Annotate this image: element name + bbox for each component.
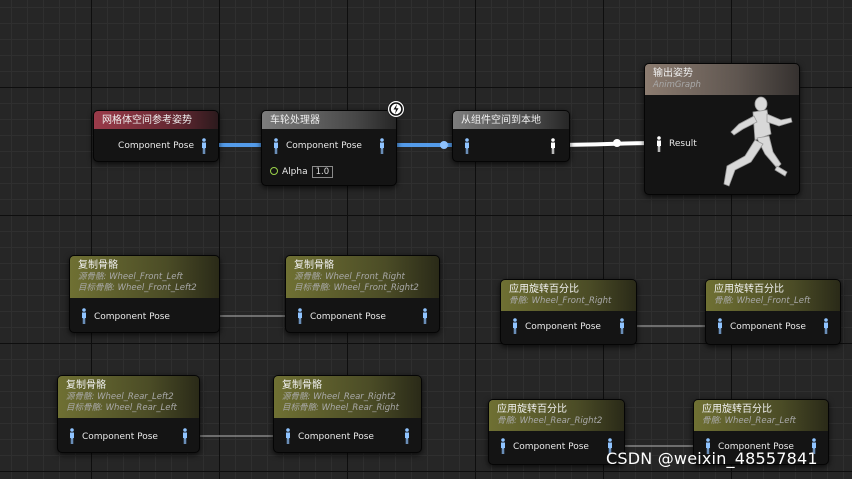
copy-bone-node[interactable]: 复制骨骼 源骨骼: Wheel_Front_Left 目标骨骼: Wheel_F… <box>69 255 220 333</box>
pin-label: Component Pose <box>513 442 589 452</box>
pin-label: Component Pose <box>82 432 158 442</box>
copy-bone-node[interactable]: 复制骨骼 源骨骼: Wheel_Rear_Right2 目标骨骼: Wheel_… <box>273 375 422 453</box>
pose-pin-icon[interactable] <box>403 428 411 445</box>
result-pose-pin-icon[interactable] <box>655 136 663 153</box>
source-bone: 源骨骼: Wheel_Front_Right <box>294 272 405 282</box>
pin-label: Component Pose <box>310 312 386 322</box>
pose-pin-icon[interactable] <box>618 318 626 335</box>
pose-pin-icon[interactable] <box>499 438 507 455</box>
mesh-space-ref-pose-node[interactable]: 网格体空间参考姿势 Component Pose <box>93 110 219 162</box>
pose-pin-icon[interactable] <box>511 318 519 335</box>
node-title: 应用旋转百分比 <box>509 284 579 295</box>
local-pose-pin-icon[interactable] <box>549 138 557 155</box>
node-title: 复制骨骼 <box>78 260 118 271</box>
wire-local-to-output <box>555 141 657 147</box>
alpha-pin-icon[interactable] <box>270 167 278 175</box>
node-title: 应用旋转百分比 <box>702 404 772 415</box>
wire-knot <box>440 141 448 149</box>
node-title: 复制骨骼 <box>282 380 322 391</box>
node-title: 从组件空间到本地 <box>453 111 569 129</box>
pose-pin-icon[interactable] <box>68 428 76 445</box>
pin-label: Component Pose <box>118 141 194 151</box>
output-pose-node[interactable]: 输出姿势 AnimGraph Result <box>644 63 800 195</box>
node-title: 应用旋转百分比 <box>714 284 784 295</box>
pin-label: Component Pose <box>94 312 170 322</box>
alpha-pin: Alpha 1.0 <box>270 166 334 178</box>
bone-name: 骨骼: Wheel_Front_Left <box>714 296 811 306</box>
node-title: 输出姿势 <box>653 68 693 79</box>
pin-label: Component Pose <box>525 322 601 332</box>
bone-name: 骨骼: Wheel_Front_Right <box>509 296 612 306</box>
wire-knot <box>613 139 621 147</box>
alpha-label: Alpha <box>282 167 308 177</box>
pose-pin-icon[interactable] <box>181 428 189 445</box>
apply-rotation-percent-node[interactable]: 应用旋转百分比 骨骼: Wheel_Front_Right Component … <box>500 279 637 345</box>
pose-pin-icon[interactable] <box>463 138 471 155</box>
copy-bone-node[interactable]: 复制骨骼 源骨骼: Wheel_Front_Right 目标骨骼: Wheel_… <box>285 255 440 333</box>
copy-bone-node[interactable]: 复制骨骼 源骨骼: Wheel_Rear_Left2 目标骨骼: Wheel_R… <box>57 375 200 453</box>
pose-pin-icon[interactable] <box>80 308 88 325</box>
pose-pin-icon[interactable] <box>296 308 304 325</box>
node-title: 复制骨骼 <box>66 380 106 391</box>
target-bone: 目标骨骼: Wheel_Front_Right2 <box>294 283 419 293</box>
node-subtitle: AnimGraph <box>653 80 701 90</box>
running-mannequin-icon <box>723 96 793 187</box>
pin-label: Component Pose <box>298 432 374 442</box>
pin-label: Component Pose <box>286 141 362 151</box>
source-bone: 源骨骼: Wheel_Front_Left <box>78 272 183 282</box>
source-bone: 源骨骼: Wheel_Rear_Left2 <box>66 392 174 402</box>
apply-rotation-percent-node[interactable]: 应用旋转百分比 骨骼: Wheel_Rear_Right2 Component … <box>488 399 625 465</box>
pin-label: Component Pose <box>730 322 806 332</box>
pose-pin-icon[interactable] <box>822 318 830 335</box>
watermark: CSDN @weixin_48557841 <box>606 449 818 468</box>
node-title: 网格体空间参考姿势 <box>94 111 218 129</box>
node-title: 复制骨骼 <box>294 260 334 271</box>
bone-name: 骨骼: Wheel_Rear_Left <box>702 416 796 426</box>
pose-pin-icon[interactable] <box>716 318 724 335</box>
target-bone: 目标骨骼: Wheel_Rear_Left <box>66 403 177 413</box>
wheel-handler-node[interactable]: 车轮处理器 Component Pose Alpha 1.0 <box>261 110 397 186</box>
target-bone: 目标骨骼: Wheel_Front_Left2 <box>78 283 197 293</box>
pose-pin-icon[interactable] <box>421 308 429 325</box>
source-bone: 源骨骼: Wheel_Rear_Right2 <box>282 392 396 402</box>
target-bone: 目标骨骼: Wheel_Rear_Right <box>282 403 399 413</box>
bone-name: 骨骼: Wheel_Rear_Right2 <box>497 416 603 426</box>
node-title: 车轮处理器 <box>262 111 396 129</box>
pose-pin-icon[interactable] <box>200 138 208 155</box>
fast-path-bolt-icon <box>387 100 405 118</box>
component-to-local-node[interactable]: 从组件空间到本地 <box>452 110 570 162</box>
anim-graph-canvas[interactable]: 网格体空间参考姿势 Component Pose 车轮处理器 Component… <box>0 0 852 479</box>
alpha-input[interactable]: 1.0 <box>311 166 334 178</box>
pose-pin-icon[interactable] <box>272 138 280 155</box>
node-title: 应用旋转百分比 <box>497 404 567 415</box>
pose-pin-icon[interactable] <box>284 428 292 445</box>
pose-pin-icon[interactable] <box>378 138 386 155</box>
pin-label: Result <box>669 139 697 149</box>
apply-rotation-percent-node[interactable]: 应用旋转百分比 骨骼: Wheel_Front_Left Component P… <box>705 279 841 345</box>
